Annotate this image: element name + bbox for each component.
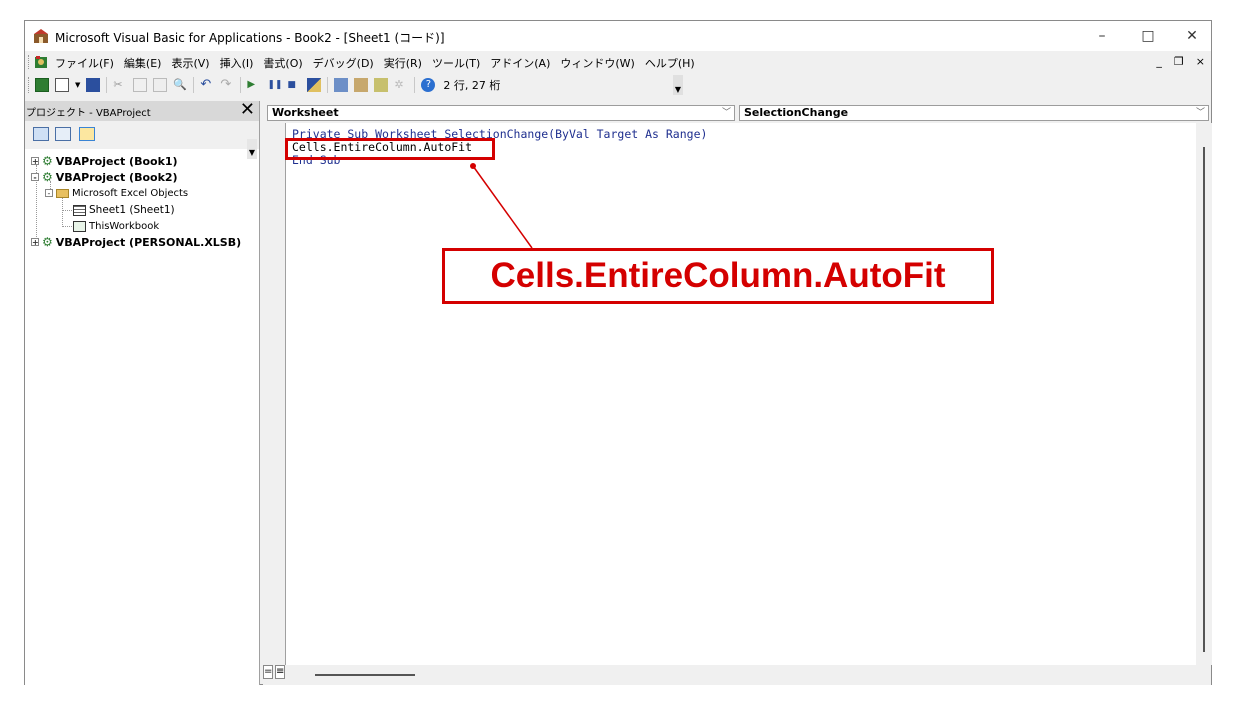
callout-connector <box>470 163 533 249</box>
annotation-callout: Cells.EntireColumn.AutoFit <box>442 248 994 304</box>
